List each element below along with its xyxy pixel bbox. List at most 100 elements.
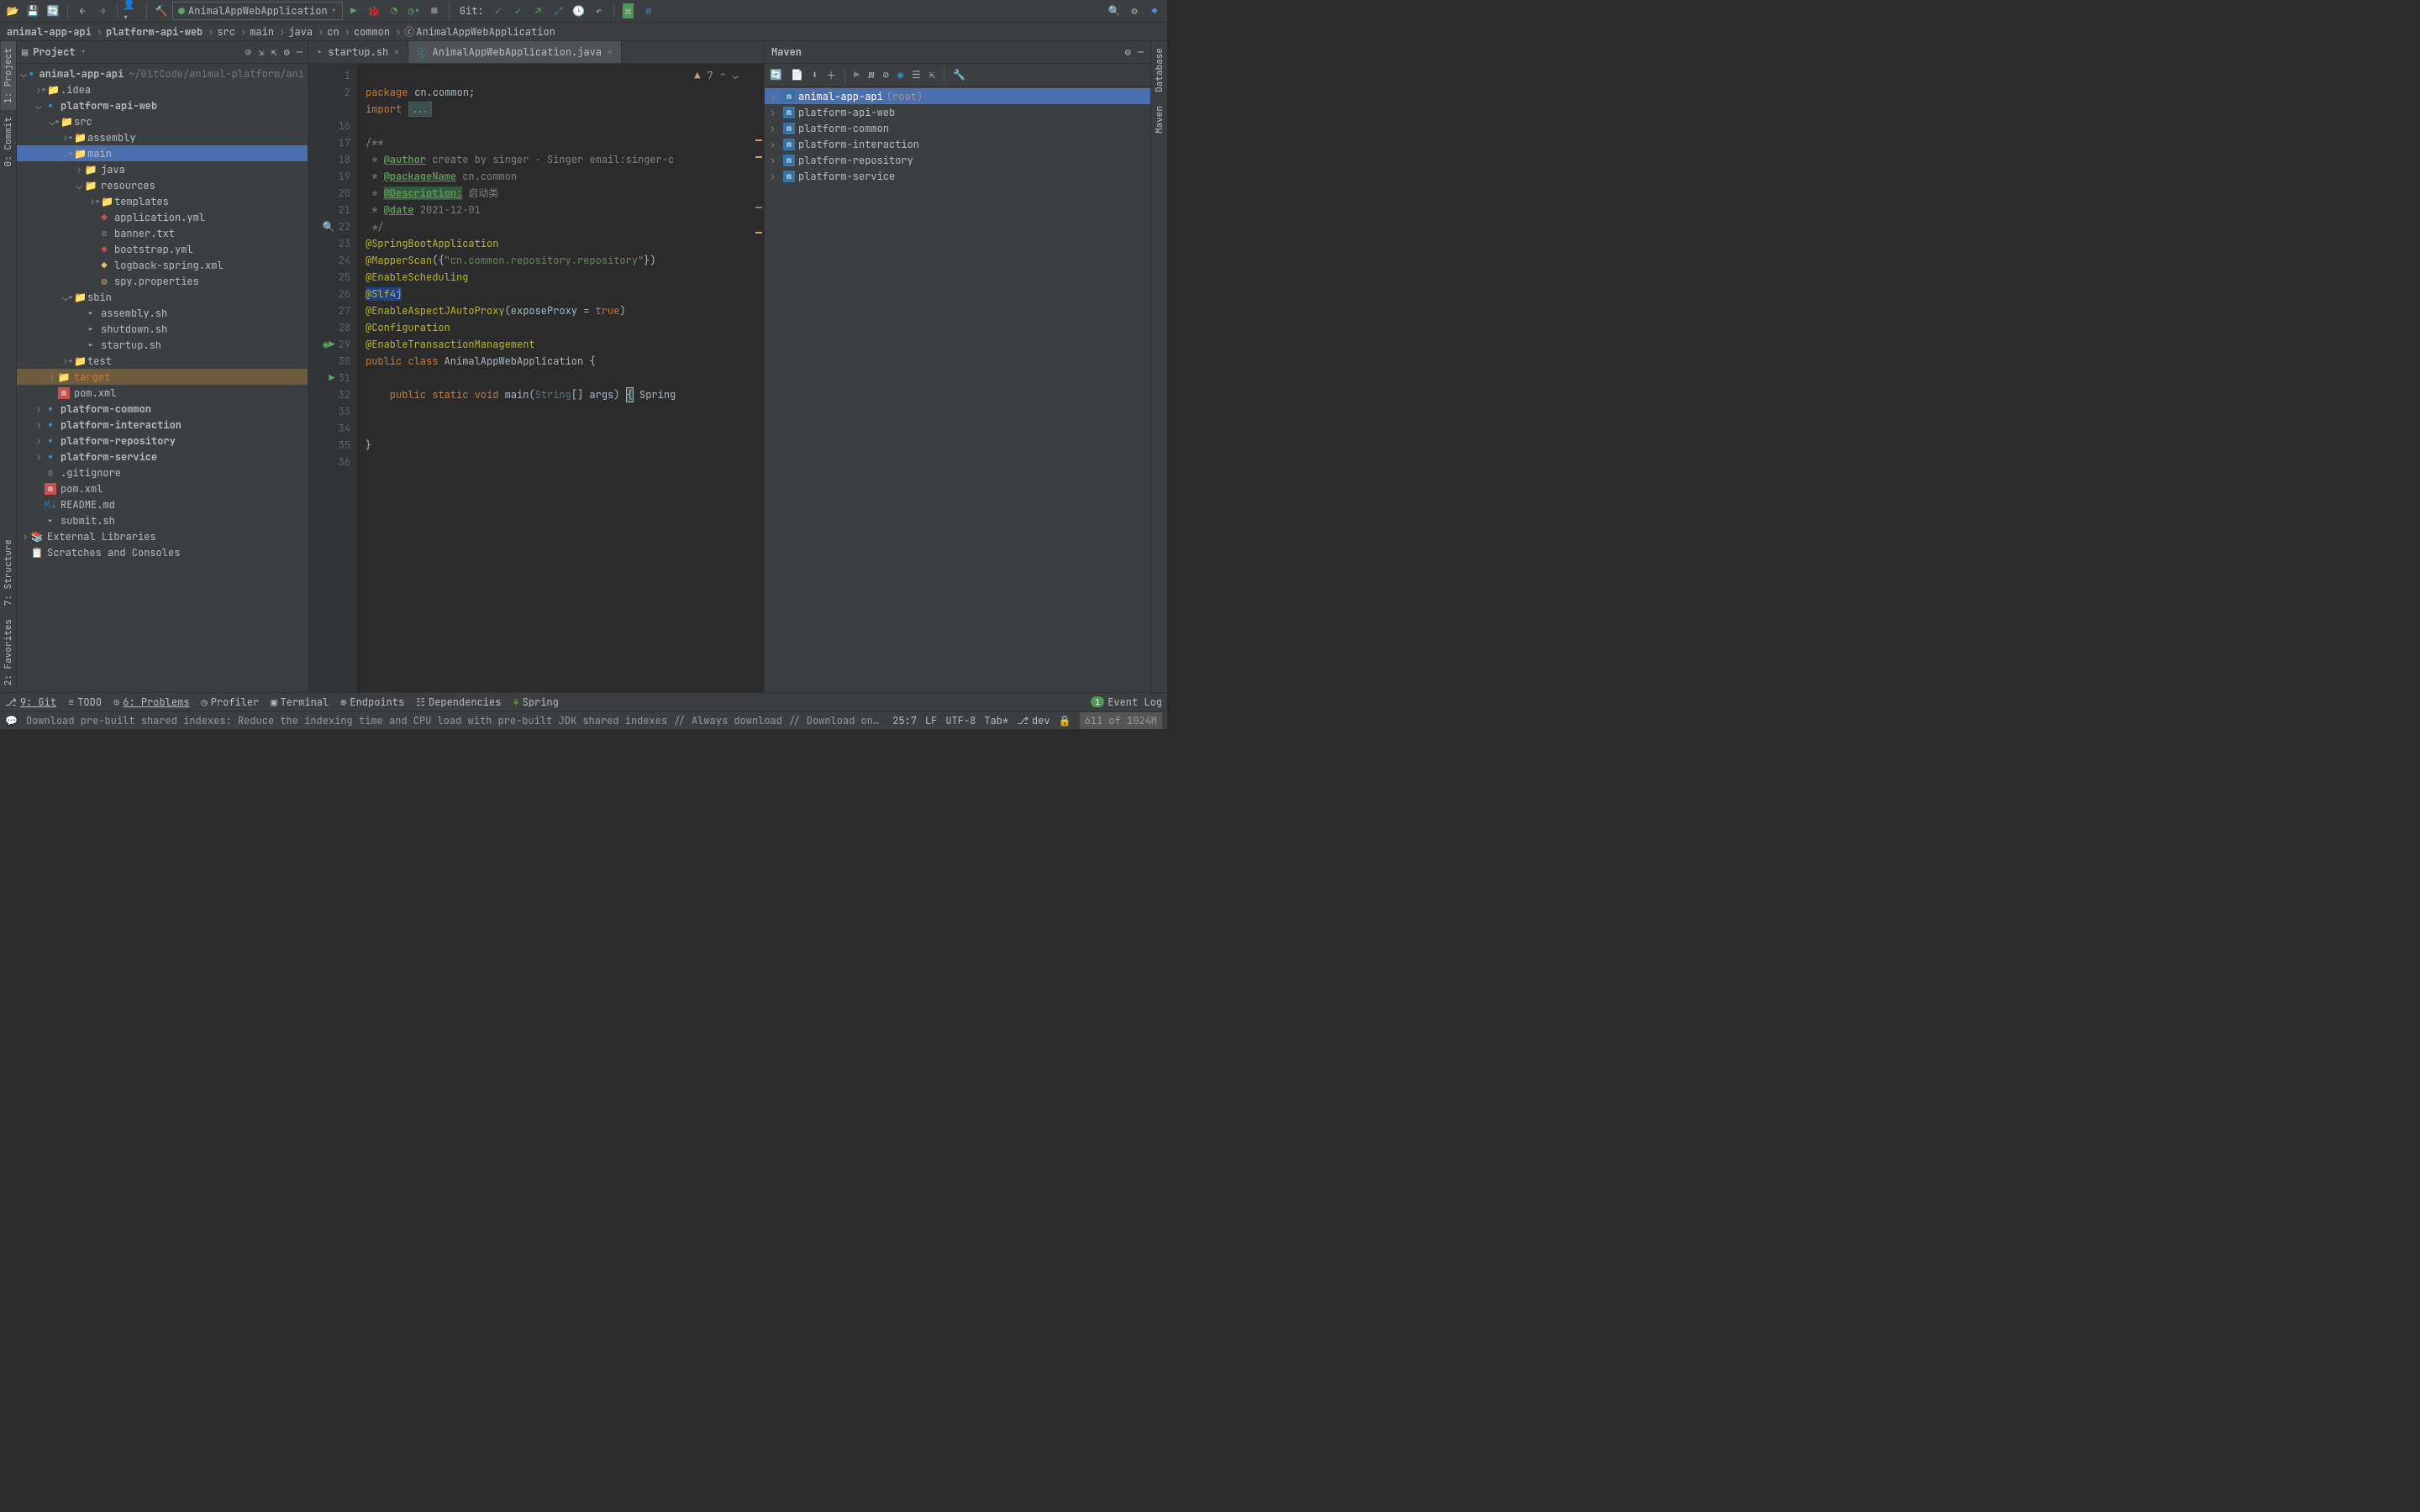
tree-external-libs[interactable]: ›📚 External Libraries <box>17 528 308 544</box>
gear-icon[interactable]: ⚙ <box>1125 45 1131 59</box>
offline-icon[interactable]: ◉ <box>897 68 903 81</box>
rail-tab-project[interactable]: 1: Project <box>1 41 16 110</box>
tree-node[interactable]: ›▪ platform-common <box>17 401 308 417</box>
maven-module[interactable]: ›m platform-api-web <box>765 104 1150 120</box>
tree-node[interactable]: ›▸📁 templates <box>17 193 308 209</box>
git-history-icon[interactable]: 🕓 <box>570 2 588 20</box>
close-icon[interactable]: × <box>393 45 399 59</box>
settings-icon[interactable]: ⚙ <box>1125 2 1144 20</box>
search-icon[interactable]: 🔍 <box>1105 2 1123 20</box>
maven-module[interactable]: ›m platform-repository <box>765 152 1150 168</box>
tree-node[interactable]: ◆ logback-spring.xml <box>17 257 308 273</box>
tree-node[interactable]: m pom.xml <box>17 480 308 496</box>
assist-icon[interactable]: ◆ <box>1145 2 1164 20</box>
tree-node[interactable]: ⌄▸📁 main <box>17 145 308 161</box>
bottom-tab-deps[interactable]: ☷ Dependencies <box>416 696 501 709</box>
tree-node[interactable]: ▸ assembly.sh <box>17 305 308 321</box>
tree-node[interactable]: ≡ .gitignore <box>17 465 308 480</box>
rail-tab-favorites[interactable]: 2: Favorites <box>1 612 16 692</box>
tree-node[interactable]: ›▪ platform-repository <box>17 433 308 449</box>
tree-node[interactable]: ▸ submit.sh <box>17 512 308 528</box>
tree-node[interactable]: ›▪ platform-interaction <box>17 417 308 433</box>
editor-body[interactable]: ▲ 7 ⌃ ⌄ 12161718192021🔍22232425262728◉▶2… <box>308 64 764 692</box>
tree-node[interactable]: ›📁 java <box>17 161 308 177</box>
show-deps-icon[interactable]: ☰ <box>912 68 921 81</box>
memory-indicator[interactable]: 611 of 1024M <box>1080 712 1162 729</box>
git-update-icon[interactable]: ✓ <box>489 2 508 20</box>
bottom-tab-endpoints[interactable]: ⊕ Endpoints <box>340 696 404 709</box>
maven-module[interactable]: ›m platform-service <box>765 168 1150 184</box>
editor-code[interactable]: package cn.common; import ... /** * @aut… <box>357 64 764 692</box>
open-icon[interactable]: 📂 <box>3 2 22 20</box>
git-fetch-icon[interactable]: ⤢ <box>550 2 568 20</box>
breadcrumb-item[interactable]: main <box>250 25 285 39</box>
bottom-tab-git[interactable]: ⎇ 9: Git <box>5 696 56 709</box>
user-icon[interactable]: 👤▾ <box>123 2 141 20</box>
tab-animalapp[interactable]: ⓒ AnimalAppWebApplication.java × <box>408 41 622 63</box>
inspection-indicator[interactable]: ▲ 7 ⌃ ⌄ <box>694 69 739 82</box>
run-icon[interactable]: ▶ <box>345 2 363 20</box>
indent[interactable]: Tab* <box>984 714 1008 727</box>
line-ending[interactable]: LF <box>925 714 937 727</box>
tree-node[interactable]: ⌄📁 resources <box>17 177 308 193</box>
save-icon[interactable]: 💾 <box>24 2 42 20</box>
cursor-position[interactable]: 25:7 <box>892 714 917 727</box>
minimize-icon[interactable]: — <box>297 45 302 59</box>
git-commit-icon[interactable]: ✓ <box>509 2 528 20</box>
bottom-tab-terminal[interactable]: ▣ Terminal <box>271 696 329 709</box>
add-icon[interactable]: ＋ <box>826 68 836 82</box>
event-log-button[interactable]: 1 Event Log <box>1091 696 1162 709</box>
breadcrumb-item[interactable]: cn <box>327 25 350 39</box>
stop-icon[interactable]: ■ <box>425 2 444 20</box>
maven-module[interactable]: ›m platform-interaction <box>765 136 1150 152</box>
breadcrumb-item[interactable]: ⓒ AnimalAppWebApplication <box>404 24 560 39</box>
tree-node[interactable]: M↓ README.md <box>17 496 308 512</box>
expand-icon[interactable]: ⇲ <box>258 45 264 59</box>
rail-tab-maven[interactable]: Maven <box>1152 99 1167 140</box>
tree-node[interactable]: ▸ startup.sh <box>17 337 308 353</box>
git-push-icon[interactable]: ↗ <box>529 2 548 20</box>
maven-module[interactable]: ›m platform-common <box>765 120 1150 136</box>
minimize-icon[interactable]: — <box>1138 45 1144 59</box>
run-icon[interactable]: ▶ <box>854 68 860 81</box>
locate-icon[interactable]: ⊙ <box>245 45 251 59</box>
tree-node[interactable]: ◆ application.yml <box>17 209 308 225</box>
notifications-icon[interactable]: 💬 <box>5 714 18 727</box>
coverage-icon[interactable]: ◔ <box>385 2 403 20</box>
tree-node[interactable]: ›📁 target <box>17 369 308 385</box>
breadcrumb-item[interactable]: animal-app-api <box>7 25 103 39</box>
wrench-icon[interactable]: 🔧 <box>953 68 965 81</box>
breadcrumb-item[interactable]: src <box>217 25 246 39</box>
reload-icon[interactable]: 🔄 <box>770 68 782 81</box>
codewithin-icon[interactable]: ⌘ <box>619 2 638 20</box>
close-icon[interactable]: × <box>607 45 613 59</box>
collapse-icon[interactable]: ⇱ <box>929 68 935 81</box>
hammer-icon[interactable]: 🔨 <box>152 2 171 20</box>
tree-scratches[interactable]: 📋 Scratches and Consoles <box>17 544 308 560</box>
generate-icon[interactable]: 📄 <box>791 68 803 81</box>
rail-tab-database[interactable]: Database <box>1152 41 1167 99</box>
chevron-up-icon[interactable]: ⌃ <box>720 69 726 82</box>
collapse-icon[interactable]: ⇱ <box>271 45 276 59</box>
debug-icon[interactable]: 🐞 <box>365 2 383 20</box>
forward-icon[interactable]: → <box>93 2 112 20</box>
download-icon[interactable]: ⬇ <box>812 68 818 81</box>
tree-node[interactable]: ⚙ spy.properties <box>17 273 308 289</box>
tree-node[interactable]: ›▪ platform-service <box>17 449 308 465</box>
shield-icon[interactable]: ⊘ <box>639 2 658 20</box>
bottom-tab-profiler[interactable]: ◷ Profiler <box>201 696 259 709</box>
encoding[interactable]: UTF-8 <box>945 714 976 727</box>
breadcrumb-item[interactable]: common <box>354 25 401 39</box>
tab-startup[interactable]: ▸ startup.sh × <box>308 41 408 63</box>
error-stripe[interactable] <box>754 64 764 692</box>
execute-icon[interactable]: m <box>868 68 874 81</box>
breadcrumb-item[interactable]: java <box>288 25 324 39</box>
chevron-down-icon[interactable]: ⌄ <box>733 69 739 82</box>
profile-icon[interactable]: ◷▾ <box>405 2 424 20</box>
maven-tree[interactable]: ›m animal-app-api (root) ›m platform-api… <box>765 87 1150 692</box>
tree-root[interactable]: ⌄▪ animal-app-api ~/GitCode/animal-platf… <box>17 66 308 81</box>
tree-node[interactable]: ›▸📁 assembly <box>17 129 308 145</box>
lock-icon[interactable]: 🔒 <box>1059 714 1071 727</box>
bottom-tab-problems[interactable]: ⊙ 6: Problems <box>113 696 189 709</box>
tree-node[interactable]: ⌄▸📁 src <box>17 113 308 129</box>
